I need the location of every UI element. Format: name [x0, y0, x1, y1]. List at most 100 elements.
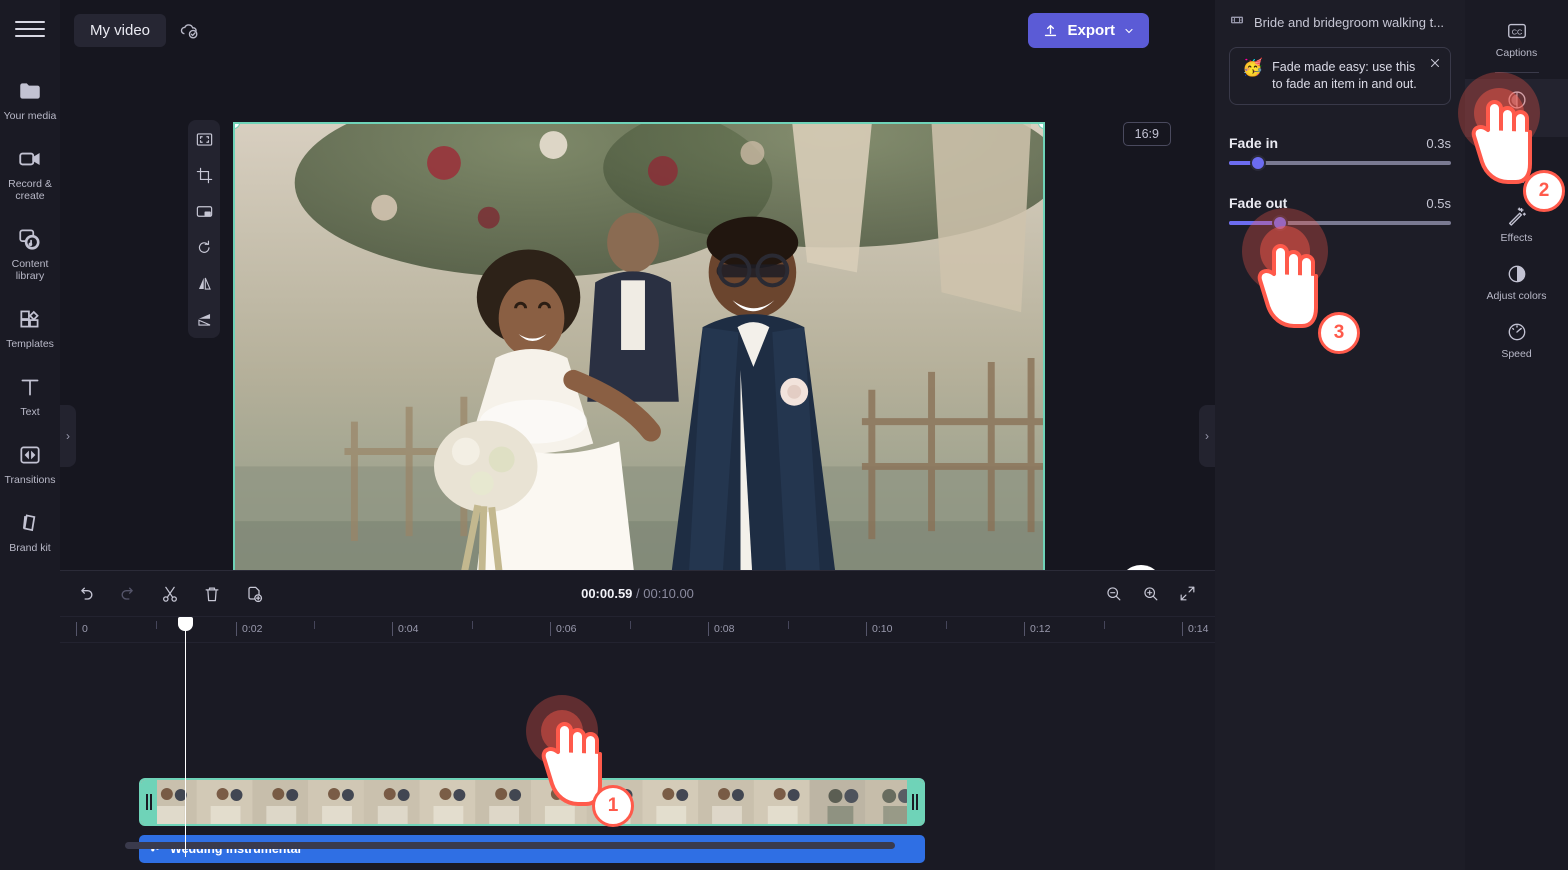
expand-left-panel-button[interactable]: ›	[60, 405, 76, 467]
flip-horizontal-icon[interactable]	[191, 270, 217, 296]
tooltip-text: Fade made easy: use this to fade an item…	[1272, 60, 1417, 91]
undo-icon[interactable]	[76, 584, 96, 604]
ruler-tick-minor	[1104, 621, 1110, 629]
templates-icon	[15, 304, 45, 334]
duplicate-icon[interactable]	[244, 584, 264, 604]
folder-icon	[15, 76, 45, 106]
timecode-display: 00:00.59 / 00:10.00	[581, 586, 694, 601]
hand-cursor-3	[1257, 244, 1318, 328]
main-area: My video Export 16:9 00:00.59 / 00:10.00…	[60, 0, 1215, 870]
rail-item-speed[interactable]: Speed	[1465, 311, 1568, 369]
rail-label: Adjust colors	[1486, 290, 1547, 302]
hamburger-menu-icon[interactable]	[15, 14, 45, 44]
ruler-tick: 0:08	[708, 622, 734, 636]
fit-to-frame-icon[interactable]	[191, 126, 217, 152]
playhead[interactable]	[178, 617, 193, 857]
rail-item-captions[interactable]: CC Captions	[1465, 10, 1568, 68]
clip-edit-toolbar	[188, 120, 220, 338]
content-library-icon	[15, 224, 45, 254]
collapse-right-panel-button[interactable]: ›	[1199, 405, 1215, 467]
crop-icon[interactable]	[191, 162, 217, 188]
clip-header: Bride and bridegroom walking t...	[1215, 0, 1465, 44]
sidebar-label: Templates	[6, 338, 54, 350]
clip-name: Bride and bridegroom walking t...	[1254, 14, 1445, 30]
ruler-tick-minor	[156, 621, 162, 629]
sidebar-item-text[interactable]: Text	[0, 372, 60, 418]
fade-out-row: Fade out 0.5s	[1229, 195, 1451, 211]
film-strip-icon	[1229, 12, 1245, 33]
ruler-tick: 0:14	[1182, 622, 1208, 636]
svg-text:CC: CC	[1511, 27, 1522, 36]
cloud-saved-icon[interactable]	[178, 19, 200, 41]
zoom-in-icon[interactable]	[1141, 584, 1160, 603]
closed-captions-icon: CC	[1506, 19, 1528, 43]
timeline-tracks: Wedding Instrumental	[60, 617, 1215, 863]
timeline-audio-clip[interactable]: Wedding Instrumental	[139, 835, 925, 863]
timeline-ruler[interactable]: 0 0:02 0:04 0:06 0:08 0:10 0:12 0:14	[60, 617, 1215, 643]
delete-icon[interactable]	[202, 584, 222, 604]
rail-item-adjust-colors[interactable]: Adjust colors	[1465, 253, 1568, 311]
redo-icon[interactable]	[118, 584, 138, 604]
clip-thumbnails	[141, 780, 923, 824]
sidebar-label: Content library	[11, 258, 49, 282]
properties-panel: Bride and bridegroom walking t... 🥳 Fade…	[1215, 0, 1465, 870]
ruler-tick-minor	[472, 621, 478, 629]
transitions-icon	[15, 440, 45, 470]
timeline-toolbar: 00:00.59 / 00:10.00	[60, 571, 1215, 617]
brand-kit-icon	[15, 508, 45, 538]
fade-out-value: 0.5s	[1426, 196, 1451, 211]
video-preview[interactable]	[233, 122, 1045, 579]
rail-label: Captions	[1495, 47, 1538, 59]
speed-gauge-icon	[1506, 320, 1528, 344]
fade-in-value: 0.3s	[1426, 136, 1451, 151]
timeline-video-clip[interactable]	[139, 778, 925, 826]
sidebar-label: Transitions	[4, 474, 56, 486]
zoom-out-icon[interactable]	[1104, 584, 1123, 603]
ruler-tick-minor	[788, 621, 794, 629]
sidebar-label: Brand kit	[9, 542, 51, 554]
sidebar-label: Record & create	[8, 178, 52, 202]
timeline-horizontal-scrollbar[interactable]	[125, 842, 895, 849]
fit-timeline-icon[interactable]	[1178, 584, 1197, 603]
fade-in-slider-thumb[interactable]	[1249, 155, 1266, 171]
ruler-tick-minor	[630, 621, 636, 629]
ruler-tick: 0:12	[1024, 622, 1050, 636]
current-time: 00:00.59	[581, 586, 633, 601]
ruler-tick: 0:06	[550, 622, 576, 636]
preview-stage: 16:9	[60, 60, 1215, 634]
trim-handle-left[interactable]	[141, 780, 157, 824]
picture-in-picture-icon[interactable]	[191, 198, 217, 224]
sidebar-item-templates[interactable]: Templates	[0, 304, 60, 350]
flip-vertical-icon[interactable]	[191, 306, 217, 332]
time-separator: /	[636, 586, 640, 601]
sidebar-item-brand-kit[interactable]: Brand kit	[0, 508, 60, 554]
sidebar-item-transitions[interactable]: Transitions	[0, 440, 60, 486]
text-icon	[15, 372, 45, 402]
fade-in-label: Fade in	[1229, 135, 1279, 151]
aspect-ratio-badge[interactable]: 16:9	[1122, 122, 1171, 146]
sidebar-label: Your media	[3, 110, 57, 122]
ruler-tick: 0:10	[866, 622, 892, 636]
step-1-badge: 1	[592, 785, 634, 827]
project-title[interactable]: My video	[74, 13, 167, 47]
ruler-tick-minor	[314, 621, 320, 629]
fade-in-slider[interactable]	[1229, 155, 1451, 171]
trim-handle-right[interactable]	[907, 780, 923, 824]
ruler-tick: 0:04	[392, 622, 418, 636]
left-sidebar: Your media Record & create Content libra…	[0, 0, 60, 870]
sidebar-item-record-create[interactable]: Record & create	[0, 144, 60, 202]
effects-wand-icon	[1506, 204, 1528, 228]
sidebar-item-your-media[interactable]: Your media	[0, 76, 60, 122]
video-camera-icon	[15, 144, 45, 174]
sidebar-item-content-library[interactable]: Content library	[0, 224, 60, 282]
top-bar: My video Export	[60, 0, 1215, 60]
timeline-zoom-controls	[1104, 584, 1197, 603]
split-icon[interactable]	[160, 584, 180, 604]
export-button[interactable]: Export	[1028, 13, 1149, 48]
close-icon[interactable]	[1428, 56, 1442, 73]
fade-in-row: Fade in 0.3s	[1229, 135, 1451, 151]
rail-label: Speed	[1501, 348, 1532, 360]
rotate-icon[interactable]	[191, 234, 217, 260]
timeline: 00:00.59 / 00:10.00 0 0:02 0:04 0:06 0:0…	[60, 570, 1215, 870]
ruler-tick: 0	[76, 622, 88, 636]
